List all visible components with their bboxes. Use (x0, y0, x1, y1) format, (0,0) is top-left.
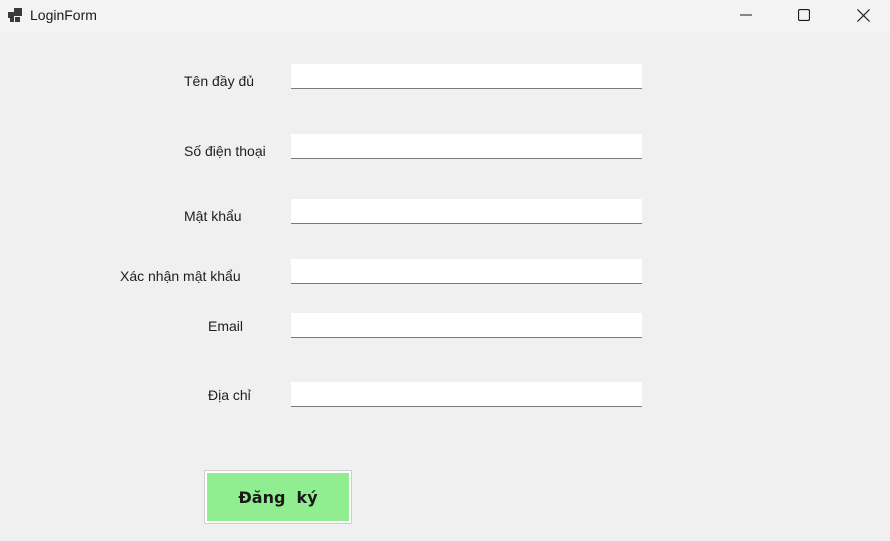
maximize-button[interactable] (781, 0, 827, 30)
title-bar[interactable]: LoginForm (0, 0, 890, 32)
minimize-icon (740, 14, 752, 16)
password-label: Mật khẩu (184, 208, 242, 224)
maximize-icon (798, 9, 810, 21)
confirm-password-label: Xác nhận mật khẩu (120, 268, 241, 284)
full-name-label: Tên đầy đủ (184, 73, 255, 89)
full-name-input[interactable] (291, 64, 642, 89)
email-label: Email (208, 318, 244, 334)
minimize-button[interactable] (723, 0, 769, 30)
phone-label: Số điện thoại (184, 143, 266, 159)
phone-input[interactable] (291, 134, 642, 159)
window-title: LoginForm (30, 7, 97, 23)
address-label: Địa chỉ (208, 387, 251, 403)
confirm-password-input[interactable] (291, 259, 642, 284)
close-icon (856, 8, 870, 22)
app-icon (8, 8, 22, 22)
login-form-window: LoginForm Tên đầy đủ Số điện thoại Mật k… (0, 0, 890, 541)
close-button[interactable] (840, 0, 886, 30)
email-input[interactable] (291, 313, 642, 338)
address-input[interactable] (291, 382, 642, 407)
register-button[interactable]: Đăng ký (204, 470, 352, 524)
password-input[interactable] (291, 199, 642, 224)
